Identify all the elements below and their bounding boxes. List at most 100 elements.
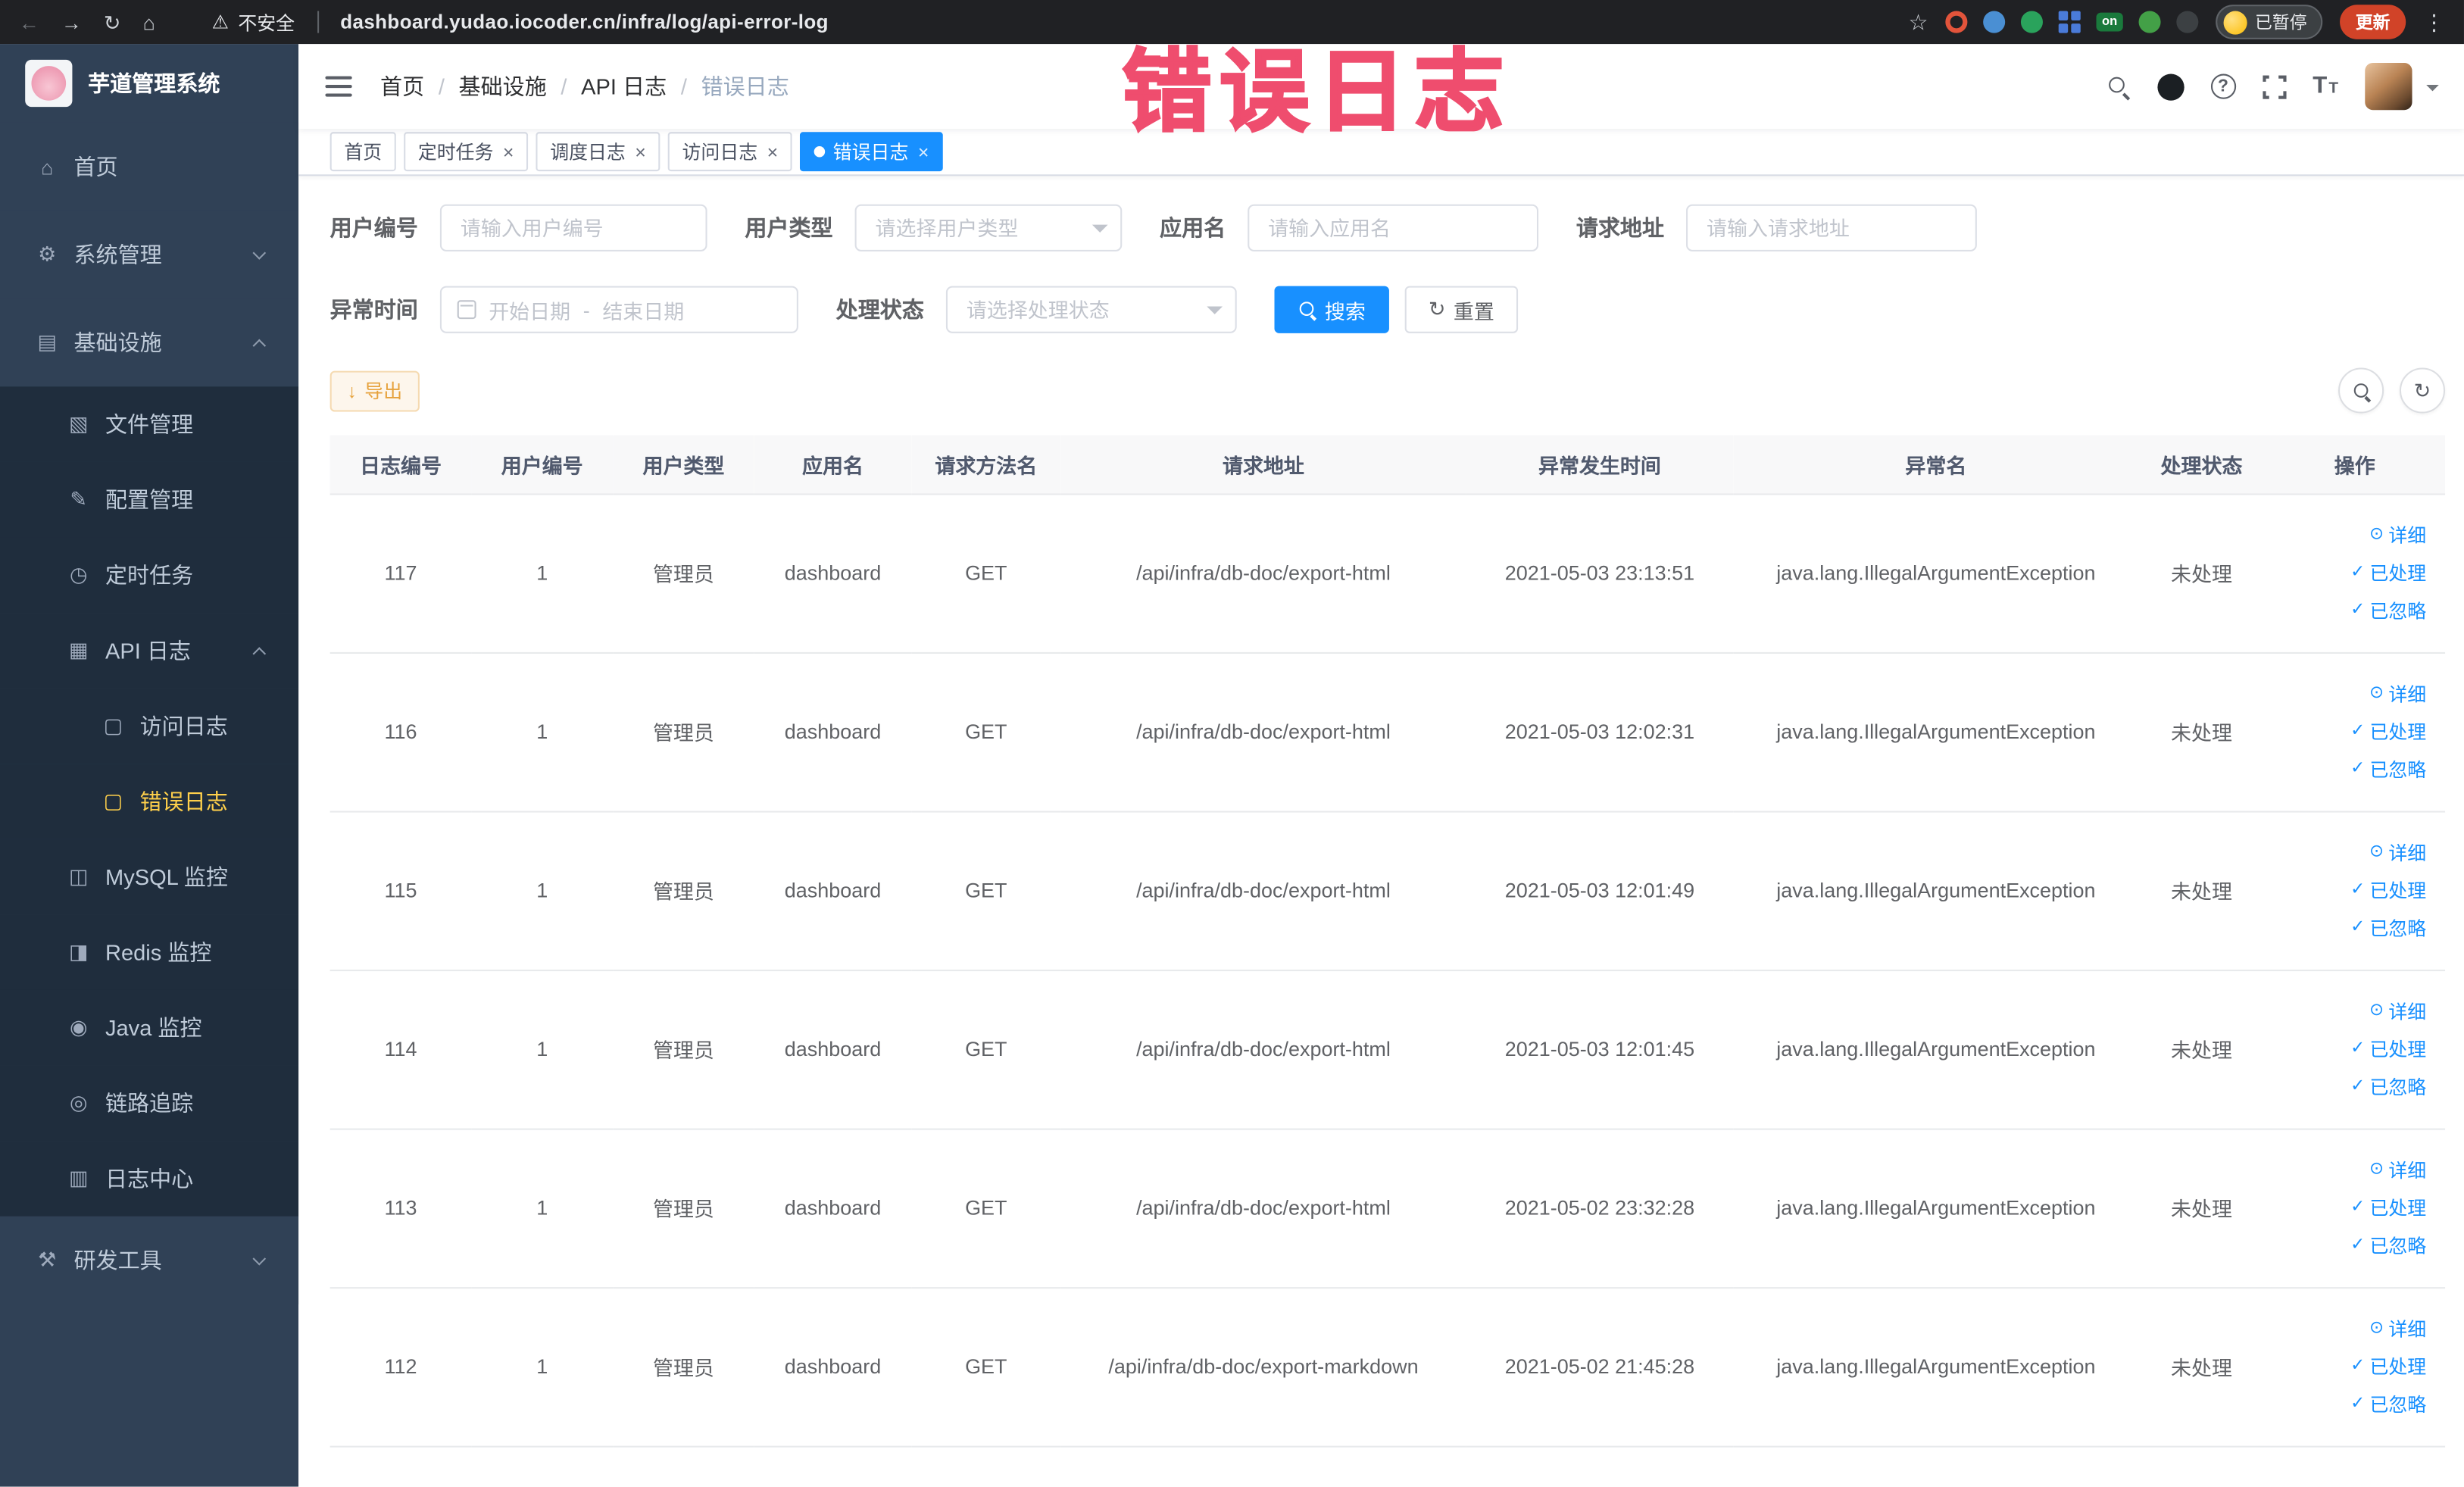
- sidebar-item-infrastructure[interactable]: ▤ 基础设施: [0, 298, 299, 387]
- extension-icon-blue-drop[interactable]: [1983, 11, 2006, 33]
- github-icon[interactable]: [2156, 73, 2184, 100]
- sidebar-item-home[interactable]: ⌂ 首页: [0, 122, 299, 211]
- action-ignored-link[interactable]: ✓ 已忽略: [2350, 597, 2426, 623]
- sidebar-item-mysql-monitor[interactable]: ◫ MySQL 监控: [0, 839, 299, 915]
- extension-icon-blue-grid[interactable]: [2058, 11, 2081, 33]
- action-detail-link[interactable]: ⊙ 详细: [2369, 998, 2426, 1024]
- sidebar-item-java-monitor[interactable]: ◉ Java 监控: [0, 989, 299, 1066]
- sidebar-item-error-log[interactable]: ▢ 错误日志: [0, 764, 299, 839]
- app-logo[interactable]: 芋道管理系统: [0, 44, 298, 123]
- tab-item[interactable]: 首页: [329, 132, 396, 172]
- date-range-picker[interactable]: 开始日期 - 结束日期: [439, 286, 798, 333]
- cell-exception-name: java.lang.IllegalArgumentException: [1733, 970, 2139, 1129]
- extension-icon-green-leaf[interactable]: [2138, 11, 2161, 33]
- close-icon[interactable]: ×: [635, 142, 646, 161]
- refresh-button[interactable]: [2399, 367, 2446, 414]
- process-status-select[interactable]: [945, 286, 1237, 333]
- action-ignored-link[interactable]: ✓ 已忽略: [2350, 1391, 2426, 1417]
- user-id-input[interactable]: [439, 204, 707, 251]
- extension-icon-dark-paw[interactable]: [2176, 11, 2199, 33]
- bookmark-star-icon[interactable]: [1908, 11, 1928, 33]
- sidebar-toggle-button[interactable]: [320, 69, 355, 104]
- site-security[interactable]: 不安全: [212, 8, 295, 35]
- browser-menu-icon[interactable]: [2423, 11, 2445, 33]
- tab-item[interactable]: 定时任务 ×: [404, 132, 529, 172]
- close-icon[interactable]: ×: [767, 142, 779, 161]
- action-processed-link[interactable]: ✓ 已处理: [2350, 560, 2426, 586]
- browser-forward-icon[interactable]: [61, 12, 82, 33]
- column-header: 请求方法名: [911, 435, 1061, 495]
- sidebar-item-trace[interactable]: ◎ 链路追踪: [0, 1065, 299, 1142]
- sidebar-item-access-log[interactable]: ▢ 访问日志: [0, 688, 299, 764]
- request-url-input[interactable]: [1686, 204, 1977, 251]
- extension-icon-orange-ring[interactable]: [1945, 11, 1968, 33]
- action-detail-link[interactable]: ⊙ 详细: [2369, 1157, 2426, 1183]
- tab-item[interactable]: 调度日志 ×: [536, 132, 661, 172]
- sidebar-item-label: 错误日志: [139, 789, 228, 814]
- action-processed-link[interactable]: ✓ 已处理: [2350, 1353, 2426, 1379]
- action-ignored-link[interactable]: ✓ 已忽略: [2350, 1232, 2426, 1258]
- action-detail-link[interactable]: ⊙ 详细: [2369, 522, 2426, 548]
- sidebar-item-api-log[interactable]: ▦ API 日志: [0, 613, 299, 689]
- app-name-input[interactable]: [1248, 204, 1539, 251]
- extension-icon-green-circle[interactable]: [2020, 11, 2043, 33]
- fullscreen-icon[interactable]: [2259, 71, 2290, 102]
- search-icon: [1298, 300, 1317, 319]
- sidebar-item-log-center[interactable]: ▥ 日志中心: [0, 1141, 299, 1217]
- font-size-icon[interactable]: [2313, 74, 2338, 99]
- table-row: 112 1 管理员 dashboard GET/api/infra/db-doc/exp…: [329, 1287, 2446, 1447]
- action-processed-link[interactable]: ✓ 已处理: [2350, 1195, 2426, 1221]
- sidebar-item-system-management[interactable]: ⚙ 系统管理: [0, 210, 299, 299]
- logo-image: [25, 59, 73, 108]
- sidebar-item-dev-tools[interactable]: ⚒ 研发工具: [0, 1216, 299, 1304]
- help-icon[interactable]: [2210, 73, 2236, 99]
- chevron-down-icon[interactable]: [2426, 85, 2439, 98]
- action-detail-link[interactable]: ⊙ 详细: [2369, 680, 2426, 707]
- browser-home-icon[interactable]: [143, 12, 155, 33]
- warning-icon: [212, 11, 229, 33]
- cell-log-id: 113: [329, 1128, 472, 1289]
- action-ignored-link[interactable]: ✓ 已忽略: [2350, 756, 2426, 783]
- extension-icon-on-badge[interactable]: on: [2096, 12, 2123, 32]
- action-detail-link[interactable]: ⊙ 详细: [2369, 839, 2426, 866]
- breadcrumb: 首页 / 基础设施 / API 日志 / 错误日志: [380, 70, 789, 102]
- profile-paused-chip[interactable]: 已暂停: [2216, 5, 2323, 39]
- export-button[interactable]: 导出: [329, 370, 420, 411]
- breadcrumb-item[interactable]: 基础设施: [459, 70, 547, 102]
- reset-button[interactable]: 重置: [1404, 286, 1518, 333]
- toggle-search-button[interactable]: [2338, 367, 2384, 414]
- address-bar[interactable]: dashboard.yudao.iocoder.cn/infra/log/api…: [340, 11, 829, 33]
- column-header: 用户类型: [613, 435, 754, 495]
- action-ignored-link[interactable]: ✓ 已忽略: [2350, 1073, 2426, 1100]
- tab-item[interactable]: 访问日志 ×: [667, 132, 792, 172]
- screen: 不安全 dashboard.yudao.iocoder.cn/infra/log…: [0, 0, 2464, 1487]
- sidebar-item-label: 研发工具: [73, 1248, 162, 1273]
- cell-exception-name: java.lang.IllegalArgumentException: [1733, 1128, 2139, 1289]
- export-button-label: 导出: [364, 380, 403, 403]
- sidebar-item-config-management[interactable]: ✎ 配置管理: [0, 461, 299, 538]
- search-icon[interactable]: [2106, 75, 2130, 98]
- tab-item[interactable]: 错误日志 ×: [800, 132, 944, 172]
- cell-app-name: dashboard: [754, 1287, 912, 1447]
- breadcrumb-item[interactable]: API 日志: [581, 70, 667, 102]
- action-processed-link[interactable]: ✓ 已处理: [2350, 718, 2426, 745]
- browser-reload-icon[interactable]: [104, 12, 121, 33]
- sidebar-item-file-management[interactable]: ▧ 文件管理: [0, 386, 299, 462]
- tools-icon: ⚒: [38, 1248, 57, 1272]
- cell-exception-name: java.lang.IllegalArgumentException: [1733, 1287, 2139, 1447]
- browser-back-icon[interactable]: [19, 12, 39, 33]
- action-processed-link[interactable]: ✓ 已处理: [2350, 877, 2426, 904]
- breadcrumb-item[interactable]: 首页: [380, 70, 424, 102]
- sidebar-item-redis-monitor[interactable]: ◨ Redis 监控: [0, 914, 299, 990]
- user-type-select[interactable]: [854, 204, 1123, 251]
- update-button[interactable]: 更新: [2340, 5, 2406, 39]
- user-avatar[interactable]: [2365, 62, 2412, 111]
- action-detail-link[interactable]: ⊙ 详细: [2369, 1315, 2426, 1342]
- sidebar-item-scheduled-tasks[interactable]: ◷ 定时任务: [0, 537, 299, 614]
- close-icon[interactable]: ×: [918, 142, 929, 161]
- search-button[interactable]: 搜索: [1274, 286, 1389, 333]
- cell-status: 未处理: [2138, 1128, 2265, 1289]
- action-ignored-link[interactable]: ✓ 已忽略: [2350, 914, 2426, 941]
- close-icon[interactable]: ×: [503, 142, 514, 161]
- action-processed-link[interactable]: ✓ 已处理: [2350, 1036, 2426, 1062]
